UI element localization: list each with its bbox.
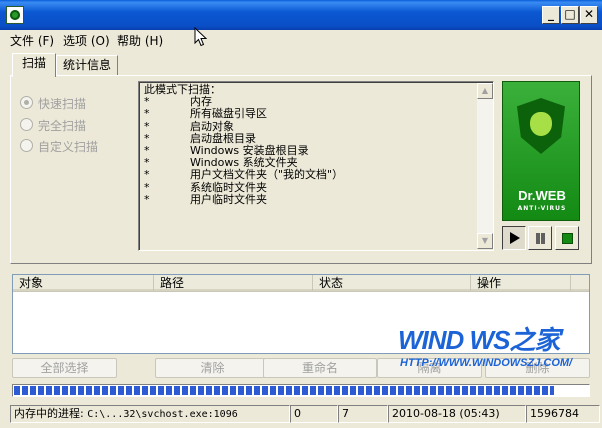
description-item: * 系统临时文件夹 [144, 180, 267, 194]
status-count-1: 0 [290, 405, 338, 423]
status-count-3: 1596784 [526, 405, 600, 423]
minimize-button[interactable]: _ [542, 6, 560, 24]
spider-icon [530, 112, 552, 136]
menu-options-key: (O) [90, 34, 110, 48]
radio-quick-scan[interactable]: 快速扫描 [20, 95, 86, 113]
radio-label: 自定义扫描 [38, 140, 99, 154]
column-header-path[interactable]: 路径 [154, 275, 313, 292]
menu-options[interactable]: 选项 (O) [63, 33, 110, 49]
menu-help-key: (H) [144, 34, 164, 48]
menu-bar: 文件 (F) 选项 (O) 帮助 (H) [0, 30, 602, 50]
menu-help-label: 帮助 [117, 34, 142, 48]
status-process-label: 内存中的进程: [14, 407, 84, 420]
radio-custom-scan[interactable]: 自定义扫描 [20, 138, 98, 156]
scroll-down-arrow-icon[interactable]: ▼ [477, 233, 493, 249]
status-count-2: 7 [338, 405, 388, 423]
stop-button[interactable] [555, 226, 579, 250]
description-item: * 用户临时文件夹 [144, 192, 267, 206]
column-header-object[interactable]: 对象 [13, 275, 154, 292]
status-process-path: C:\...32\svchost.exe:1096 [87, 409, 238, 420]
logo-subtitle: ANTI-VIRUS [517, 205, 567, 212]
description-scrollbar[interactable]: ▲ ▼ [477, 83, 493, 249]
menu-options-label: 选项 [63, 34, 88, 48]
scan-progress-bar [12, 384, 590, 397]
watermark-logo: WIND WS之家 [398, 325, 560, 355]
rename-button[interactable]: 重命名 [263, 358, 377, 378]
watermark: WIND WS之家 HTTP://WWW.WINDOWSZJ.COM/ [392, 320, 602, 370]
tab-statistics[interactable]: 统计信息 [56, 55, 118, 76]
maximize-button[interactable]: □ [561, 6, 579, 24]
select-all-button[interactable]: 全部选择 [12, 358, 117, 378]
radio-label: 完全扫描 [38, 119, 87, 133]
mouse-cursor-icon [194, 27, 208, 47]
radio-indicator [20, 118, 33, 131]
progress-fill [14, 386, 554, 395]
radio-indicator [20, 96, 33, 109]
column-header-status[interactable]: 状态 [313, 275, 471, 292]
menu-file[interactable]: 文件 (F) [10, 33, 54, 49]
title-bar[interactable]: _ □ ✕ [0, 0, 602, 30]
radio-indicator [20, 139, 33, 152]
play-button[interactable] [502, 226, 526, 250]
status-datetime: 2010-08-18 (05:43) [388, 405, 526, 423]
menu-help[interactable]: 帮助 (H) [117, 33, 163, 49]
drweb-logo: Dr.WEB ANTI-VIRUS [502, 81, 580, 221]
scan-description-text: 此模式下扫描： * 内存 * 所有磁盘引导区 * 启动对象 * 启动盘根目录 * Wind… [144, 83, 474, 206]
watermark-url: HTTP://WWW.WINDOWSZJ.COM/ [400, 357, 573, 369]
radio-label: 快速扫描 [38, 97, 87, 111]
pause-button[interactable] [528, 226, 552, 250]
description-item: * 用户文档文件夹（"我的文档"） [144, 168, 344, 182]
close-button[interactable]: ✕ [580, 6, 598, 24]
description-item: * 所有磁盘引导区 [144, 107, 267, 121]
app-icon[interactable] [6, 6, 24, 24]
tab-scan[interactable]: 扫描 [12, 53, 56, 77]
clean-button[interactable]: 清除 [155, 358, 270, 378]
radio-full-scan[interactable]: 完全扫描 [20, 117, 86, 135]
column-header-action[interactable]: 操作 [471, 275, 571, 292]
scroll-up-arrow-icon[interactable]: ▲ [477, 83, 493, 99]
menu-file-key: (F) [37, 34, 55, 48]
status-process: 内存中的进程: C:\...32\svchost.exe:1096 [10, 405, 290, 423]
column-header-filler [571, 275, 589, 292]
description-item: * 启动对象 [144, 119, 234, 133]
menu-file-label: 文件 [10, 34, 35, 48]
logo-title: Dr.WEB [518, 188, 566, 203]
